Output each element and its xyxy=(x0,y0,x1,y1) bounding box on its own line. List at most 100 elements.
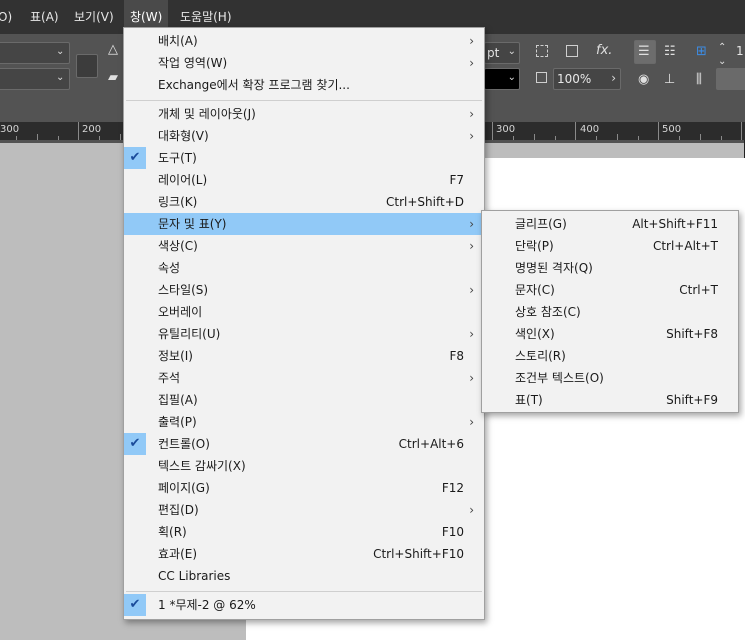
chevron-right-icon: › xyxy=(469,129,474,143)
submenu-item-conditional-text[interactable]: 조건부 텍스트(O) xyxy=(482,367,738,389)
menu-view[interactable]: 보기(V) xyxy=(74,0,114,34)
menu-object[interactable]: O) xyxy=(0,0,12,34)
submenu-item-paragraph[interactable]: 단락(P) Ctrl+Alt+T xyxy=(482,235,738,257)
menu-separator xyxy=(126,100,482,101)
menu-item-label: 출력(P) xyxy=(158,415,197,429)
ruler-label: 400 xyxy=(580,124,600,135)
menu-item-label: 편집(D) xyxy=(158,503,199,517)
align-center-lines-icon: ☰ xyxy=(638,44,650,59)
type-tables-submenu: 글리프(G) Alt+Shift+F11 단락(P) Ctrl+Alt+T 명명… xyxy=(481,210,739,413)
fx-icon[interactable]: fx. xyxy=(596,43,612,59)
menu-item-color[interactable]: 색상(C) › xyxy=(124,235,484,257)
rectangle-icon[interactable] xyxy=(566,45,578,57)
ruler-tick xyxy=(658,122,659,140)
menu-item-utilities[interactable]: 유틸리티(U) › xyxy=(124,323,484,345)
submenu-item-glyphs[interactable]: 글리프(G) Alt+Shift+F11 xyxy=(482,213,738,235)
menu-item-shortcut: F7 xyxy=(449,173,464,187)
menu-item-interactive[interactable]: 대화형(V) › xyxy=(124,125,484,147)
submenu-item-index[interactable]: 색인(X) Shift+F8 xyxy=(482,323,738,345)
gutter-field[interactable] xyxy=(716,68,745,90)
menu-item-links[interactable]: 링크(K) Ctrl+Shift+D xyxy=(124,191,484,213)
submenu-item-named-grids[interactable]: 명명된 격자(Q) xyxy=(482,257,738,279)
menu-item-output[interactable]: 출력(P) › xyxy=(124,411,484,433)
menu-item-label: 명명된 격자(Q) xyxy=(515,261,593,275)
triangle-icon: △ xyxy=(108,42,118,57)
submenu-item-cross-references[interactable]: 상호 참조(C) xyxy=(482,301,738,323)
menu-item-shortcut: Ctrl+Shift+D xyxy=(386,195,464,209)
align-bottom-icon[interactable]: ⊥ xyxy=(664,72,675,88)
submenu-item-table[interactable]: 표(T) Shift+F9 xyxy=(482,389,738,411)
align-justify-icon[interactable]: ☷ xyxy=(664,44,676,60)
menu-item-label: 유틸리티(U) xyxy=(158,327,221,341)
menu-item-stroke[interactable]: 획(R) F10 xyxy=(124,521,484,543)
opacity-value: 100% xyxy=(557,72,592,86)
menu-item-object-layout[interactable]: 개체 및 레이아웃(J) › xyxy=(124,103,484,125)
ruler-label: 300 xyxy=(496,124,516,135)
menu-item-open-document[interactable]: ✔ 1 *무제-2 @ 62% xyxy=(124,594,484,616)
menu-item-shortcut: Ctrl+Alt+T xyxy=(652,239,718,253)
chevron-down-icon: ⌄ xyxy=(507,72,516,83)
chevron-right-icon: › xyxy=(469,503,474,517)
chevron-right-icon: › xyxy=(469,415,474,429)
menu-item-label: 획(R) xyxy=(158,525,187,539)
menu-item-arrange[interactable]: 배치(A) › xyxy=(124,30,484,52)
menu-item-label: 배치(A) xyxy=(158,34,198,48)
menu-item-overlay[interactable]: 오버레이 xyxy=(124,301,484,323)
menu-item-styles[interactable]: 스타일(S) › xyxy=(124,279,484,301)
distribute-icon[interactable]: ◉ xyxy=(638,72,649,88)
menu-item-properties[interactable]: 속성 xyxy=(124,257,484,279)
menu-item-type-tables[interactable]: 문자 및 표(Y) › xyxy=(124,213,484,235)
menu-item-label: 표(T) xyxy=(515,393,543,407)
skew-icon: ▰ xyxy=(108,70,118,85)
chevron-down-icon: ⌄ xyxy=(507,46,516,57)
menu-item-tools[interactable]: ✔ 도구(T) xyxy=(124,147,484,169)
menu-item-notes[interactable]: 주석 › xyxy=(124,367,484,389)
menu-item-exchange[interactable]: Exchange에서 확장 프로그램 찾기... xyxy=(124,74,484,96)
submenu-item-story[interactable]: 스토리(R) xyxy=(482,345,738,367)
menu-item-effects[interactable]: 효과(E) Ctrl+Shift+F10 xyxy=(124,543,484,565)
menu-item-layers[interactable]: 레이어(L) F7 xyxy=(124,169,484,191)
menu-item-label: 레이어(L) xyxy=(158,173,208,187)
ruler-label: 500 xyxy=(662,124,682,135)
opacity-icon xyxy=(536,72,547,83)
ruler-tick xyxy=(492,122,493,140)
menu-item-label: 오버레이 xyxy=(158,305,203,319)
menu-item-label: Exchange에서 확장 프로그램 찾기... xyxy=(158,78,350,92)
menu-item-label: 문자(C) xyxy=(515,283,555,297)
column-count-value: 1 xyxy=(736,44,744,58)
menu-item-pages[interactable]: 페이지(G) F12 xyxy=(124,477,484,499)
menu-item-info[interactable]: 정보(I) F8 xyxy=(124,345,484,367)
menu-item-label: 대화형(V) xyxy=(158,129,209,143)
menu-table[interactable]: 표(A) xyxy=(30,0,59,34)
link-icon[interactable] xyxy=(76,54,98,78)
menu-item-label: 스토리(R) xyxy=(515,349,566,363)
menu-item-label: 문자 및 표(Y) xyxy=(158,217,227,231)
ruler-tick xyxy=(78,122,79,140)
stroke-type-field[interactable]: ⌄ xyxy=(484,68,520,90)
stroke-weight-field[interactable]: pt ⌄ xyxy=(484,42,520,64)
menu-item-editorial[interactable]: 편집(D) › xyxy=(124,499,484,521)
menu-item-workspace[interactable]: 작업 영역(W) › xyxy=(124,52,484,74)
menu-item-cc-libraries[interactable]: CC Libraries xyxy=(124,565,484,587)
chevron-down-icon[interactable]: ⌄ xyxy=(56,72,64,83)
check-icon: ✔ xyxy=(124,433,146,455)
submenu-item-character[interactable]: 문자(C) Ctrl+T xyxy=(482,279,738,301)
menu-item-control[interactable]: ✔ 컨트롤(O) Ctrl+Alt+6 xyxy=(124,433,484,455)
menu-item-label: 색상(C) xyxy=(158,239,198,253)
menu-item-shortcut: Alt+Shift+F11 xyxy=(632,217,718,231)
ruler-label: 200 xyxy=(82,124,102,135)
chevron-down-icon[interactable]: ⌄ xyxy=(56,46,64,57)
frame-fitting-icon[interactable] xyxy=(536,45,548,57)
ruler-label: 300 xyxy=(0,124,20,135)
opacity-field[interactable]: 100% › xyxy=(553,68,621,90)
check-icon: ✔ xyxy=(124,147,146,169)
chevron-right-icon: › xyxy=(469,217,474,231)
menu-item-label: 링크(K) xyxy=(158,195,198,209)
menu-item-text-wrap[interactable]: 텍스트 감싸기(X) xyxy=(124,455,484,477)
grid-icon[interactable]: ⊞ xyxy=(696,44,707,60)
menu-item-shortcut: Shift+F9 xyxy=(666,393,718,407)
menu-item-authoring[interactable]: 집필(A) xyxy=(124,389,484,411)
menu-item-label: 개체 및 레이아웃(J) xyxy=(158,107,256,121)
column-layout-icon[interactable]: ⫼ xyxy=(696,72,702,88)
menu-item-label: 도구(T) xyxy=(158,151,197,165)
